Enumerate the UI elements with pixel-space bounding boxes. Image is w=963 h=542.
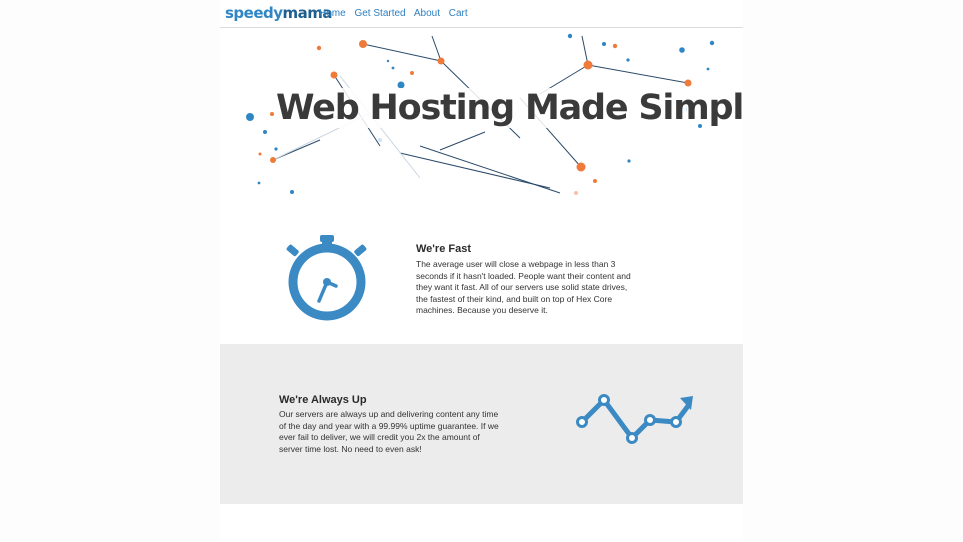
- feature-fast: We're Fast The average user will close a…: [220, 210, 743, 340]
- nav-link-about[interactable]: About: [414, 8, 440, 19]
- feature-up-body: Our servers are always up and delivering…: [279, 409, 499, 454]
- feature-fast-body: The average user will close a webpage in…: [416, 259, 631, 315]
- stopwatch-icon: [286, 235, 367, 321]
- brand-logo-part1: speedy: [225, 4, 283, 22]
- hero-banner: Web Hosting Made Simple: [220, 28, 743, 196]
- top-nav: speedymama Home Get Started About Cart: [220, 0, 743, 28]
- feature-up-title: We're Always Up: [279, 394, 367, 406]
- nav-link-cart[interactable]: Cart: [449, 8, 468, 19]
- nav-links: Home Get Started About Cart: [319, 8, 474, 19]
- nav-link-get-started[interactable]: Get Started: [354, 8, 405, 19]
- hero-title: Web Hosting Made Simple: [276, 88, 743, 128]
- feature-fast-title: We're Fast: [416, 243, 471, 255]
- brand-logo[interactable]: speedymama: [225, 3, 333, 23]
- trend-up-icon: [576, 394, 693, 444]
- feature-always-up: We're Always Up Our servers are always u…: [220, 344, 743, 504]
- nav-link-home[interactable]: Home: [319, 8, 346, 19]
